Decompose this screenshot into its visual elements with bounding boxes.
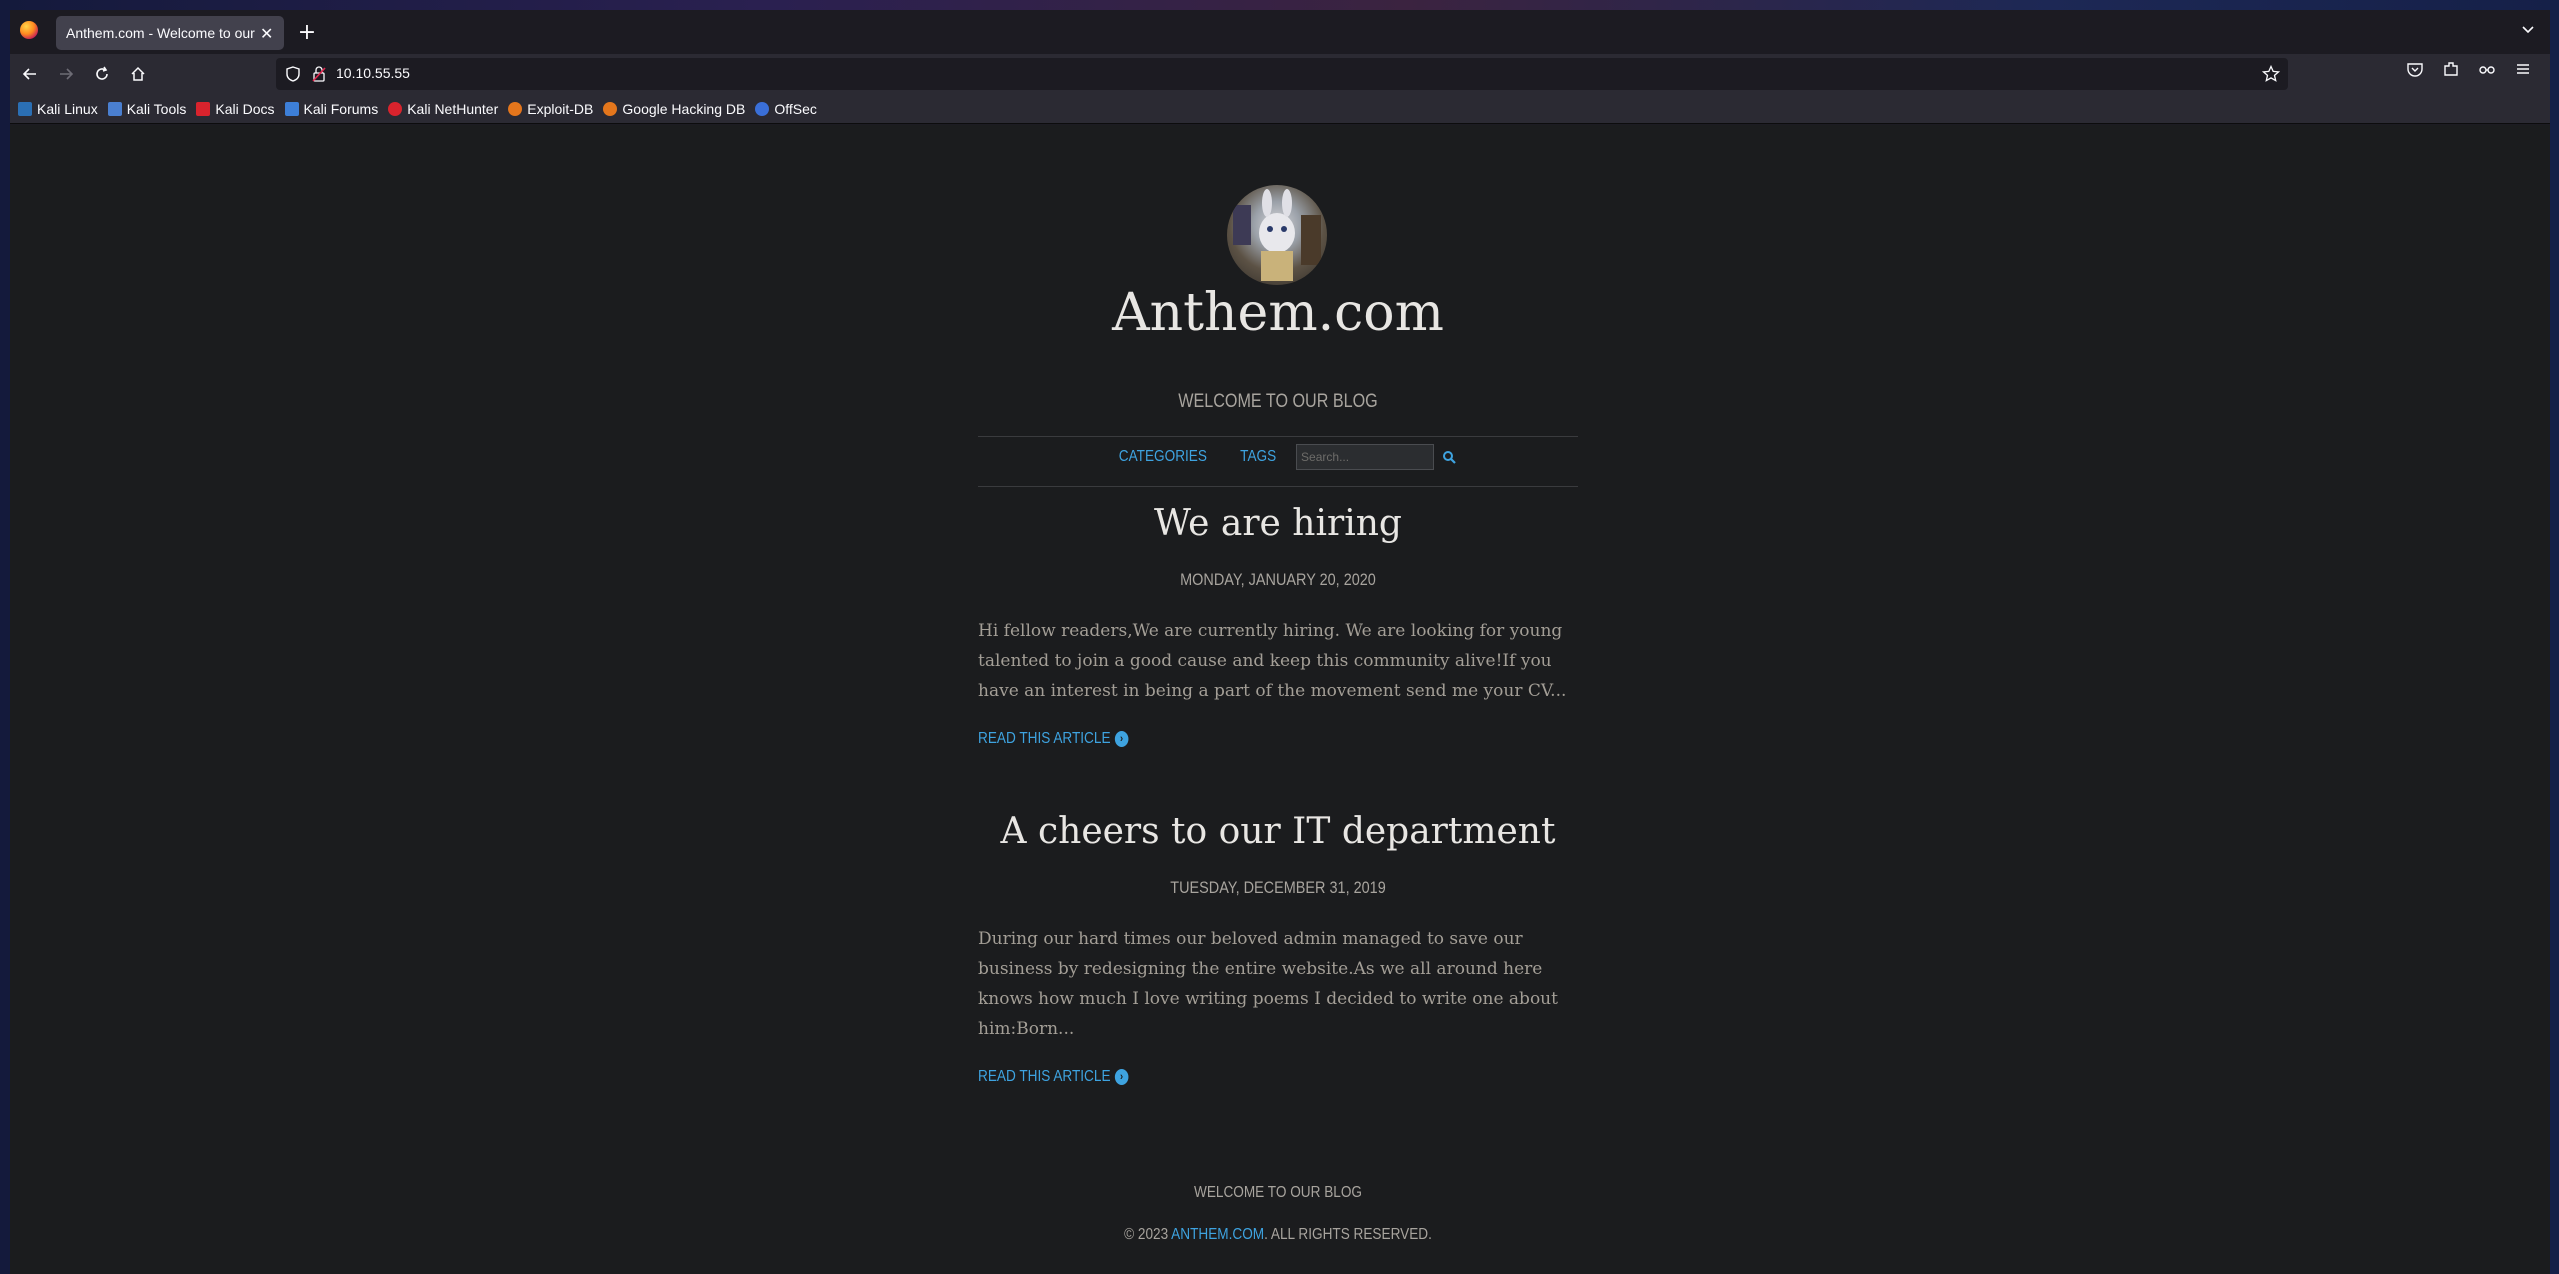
extensions-icon[interactable] xyxy=(2442,60,2460,82)
firefox-icon[interactable] xyxy=(20,21,38,39)
tab-anthem[interactable]: Anthem.com - Welcome to our blog ✕ xyxy=(56,16,284,50)
copyright-suffix: . ALL RIGHTS RESERVED. xyxy=(1264,1226,1432,1243)
bookmark-exploit-db[interactable]: Exploit-DB xyxy=(508,101,593,117)
new-tab-button[interactable]: + xyxy=(292,18,322,48)
chevron-down-icon[interactable] xyxy=(2518,22,2538,42)
site-title[interactable]: Anthem.com xyxy=(978,283,1578,343)
home-icon xyxy=(131,66,145,81)
reload-icon xyxy=(96,66,108,80)
bookmark-kali-forums[interactable]: Kali Forums xyxy=(284,100,379,117)
bookmark-label: OffSec xyxy=(774,100,817,117)
read-article-link[interactable]: READ THIS ARTICLE › xyxy=(978,1068,1129,1086)
bookmark-label: Kali NetHunter xyxy=(407,100,499,117)
post-date: TUESDAY, DECEMBER 31, 2019 xyxy=(1170,878,1386,897)
post-title[interactable]: We are hiring xyxy=(978,503,1578,544)
home-button[interactable] xyxy=(124,60,152,88)
insecure-lock-icon[interactable] xyxy=(312,66,326,86)
bookmark-label: Kali Docs xyxy=(215,100,275,117)
tab-strip: Anthem.com - Welcome to our blog ✕ + xyxy=(10,10,2550,54)
close-tab-icon[interactable]: ✕ xyxy=(260,24,273,43)
forward-button[interactable] xyxy=(52,60,80,88)
divider xyxy=(978,436,1578,437)
footer-tagline: WELCOME TO OUR BLOG xyxy=(1193,1184,1363,1201)
kali-tools-icon xyxy=(107,101,122,116)
navigation-toolbar: 10.10.55.55 xyxy=(10,54,2550,94)
site-tagline: WELCOME TO OUR BLOG xyxy=(1178,391,1378,412)
categories-link[interactable]: CATEGORIES xyxy=(1119,448,1207,466)
read-article-link[interactable]: READ THIS ARTICLE › xyxy=(978,730,1129,748)
divider xyxy=(978,486,1578,487)
post-title[interactable]: A cheers to our IT department xyxy=(978,811,1578,852)
read-article-label: READ THIS ARTICLE xyxy=(978,730,1111,747)
exploit-db-icon xyxy=(508,101,523,116)
bookmark-label: Kali Tools xyxy=(126,100,187,117)
tab-title: Anthem.com - Welcome to our blog xyxy=(66,25,256,41)
back-arrow-icon xyxy=(22,68,36,80)
chevron-right-circle-icon: › xyxy=(1114,1069,1129,1085)
post-excerpt: Hi fellow readers,We are currently hirin… xyxy=(978,621,1567,701)
back-button[interactable] xyxy=(16,60,44,88)
tracking-shield-icon[interactable] xyxy=(286,66,300,86)
kali-dragon-icon xyxy=(18,101,32,116)
kali-forums-icon xyxy=(284,101,299,116)
bookmark-label: Kali Forums xyxy=(303,100,379,117)
bookmark-kali-linux[interactable]: Kali Linux xyxy=(18,101,98,117)
copyright-prefix: © 2023 xyxy=(1124,1226,1172,1243)
bookmark-google-hacking-db[interactable]: Google Hacking DB xyxy=(603,101,745,117)
bookmark-kali-nethunter[interactable]: Kali NetHunter xyxy=(388,101,498,117)
url-bar[interactable]: 10.10.55.55 xyxy=(276,58,2288,90)
footer-home-link[interactable]: ANTHEM.COM xyxy=(1171,1226,1264,1243)
bookmark-star-icon[interactable] xyxy=(2261,64,2281,87)
pocket-icon[interactable] xyxy=(2406,60,2424,82)
page-content: Anthem.com WELCOME TO OUR BLOG CATEGORIE… xyxy=(10,125,2550,1274)
bookmark-offsec[interactable]: OffSec xyxy=(755,101,817,117)
site-menu: CATEGORIES TAGS xyxy=(978,442,1578,472)
nethunter-icon xyxy=(388,101,403,116)
forward-arrow-icon xyxy=(60,68,74,80)
hamburger-menu-icon[interactable] xyxy=(2514,60,2532,82)
chevron-right-circle-icon: › xyxy=(1114,731,1129,747)
bookmark-label: Exploit-DB xyxy=(527,100,594,117)
bookmark-label: Kali Linux xyxy=(37,100,98,117)
post-excerpt: During our hard times our beloved admin … xyxy=(978,929,1558,1039)
read-article-label: READ THIS ARTICLE xyxy=(978,1068,1111,1085)
tags-link[interactable]: TAGS xyxy=(1240,448,1276,466)
bookmark-kali-tools[interactable]: Kali Tools xyxy=(107,100,187,117)
account-icon[interactable] xyxy=(2478,60,2496,82)
reload-button[interactable] xyxy=(88,60,116,88)
search-input[interactable] xyxy=(1296,444,1435,470)
bookmark-kali-docs[interactable]: Kali Docs xyxy=(196,100,275,117)
url-text[interactable]: 10.10.55.55 xyxy=(336,65,410,81)
offsec-icon xyxy=(755,101,770,116)
site-avatar xyxy=(1227,185,1327,285)
browser-window: Anthem.com - Welcome to our blog ✕ + xyxy=(10,10,2550,1274)
post-date: MONDAY, JANUARY 20, 2020 xyxy=(1180,570,1376,589)
footer-copyright: © 2023 ANTHEM.COM. ALL RIGHTS RESERVED. xyxy=(1023,1226,1533,1244)
ghdb-icon xyxy=(603,101,618,116)
bookmark-label: Google Hacking DB xyxy=(622,100,746,117)
kali-docs-icon xyxy=(196,101,211,116)
search-icon[interactable] xyxy=(1442,450,1456,464)
bookmarks-toolbar: Kali Linux Kali Tools Kali Docs Kali For… xyxy=(10,94,2550,124)
